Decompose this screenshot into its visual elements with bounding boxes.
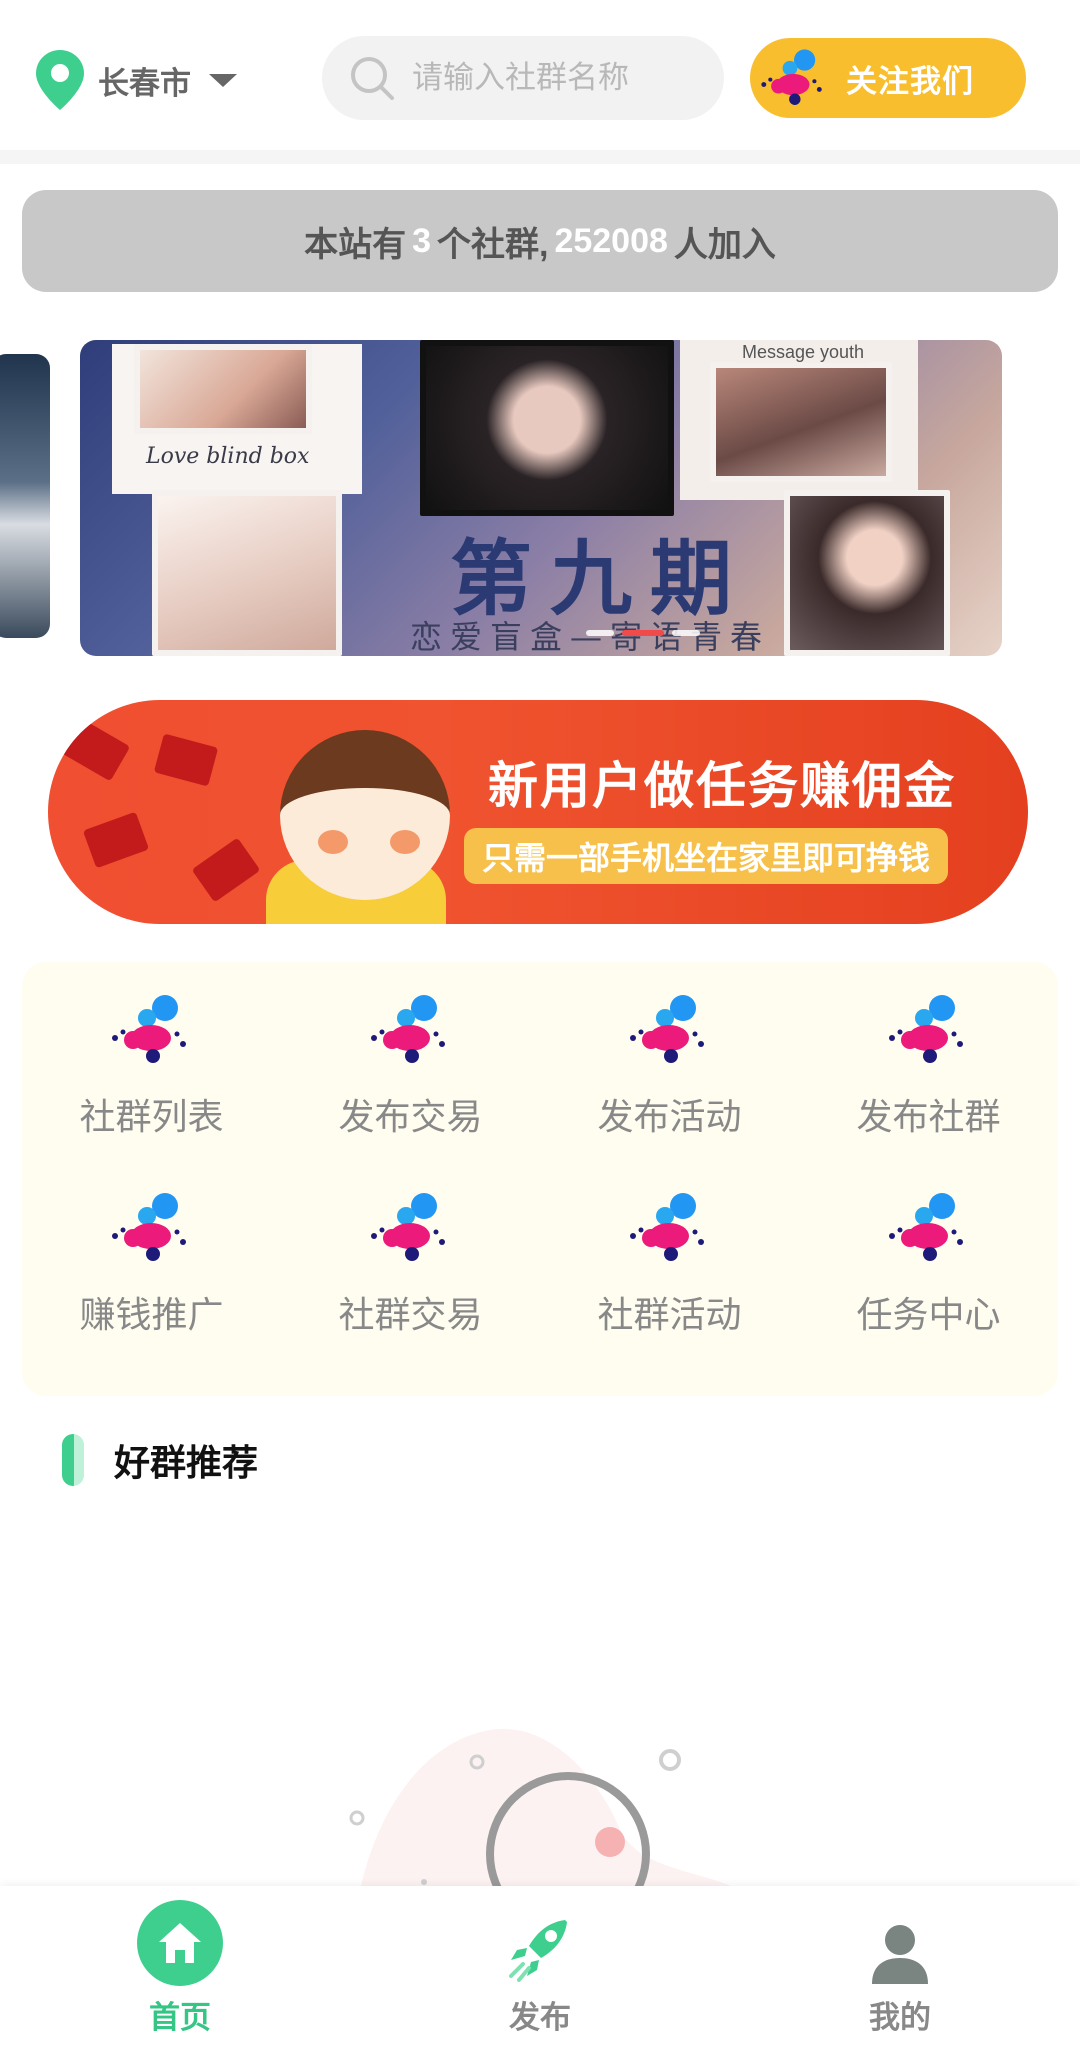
- section-title: 好群推荐: [114, 1442, 259, 1483]
- grid-item-publish-group[interactable]: 发布社群: [799, 990, 1058, 1188]
- grid-item-group-activity[interactable]: 社群活动: [540, 1188, 799, 1386]
- collage-photo: [134, 344, 312, 434]
- bubbles-logo-icon: [629, 995, 704, 1063]
- grid-item-group-trade[interactable]: 社群交易: [281, 1188, 540, 1386]
- header-divider: [0, 150, 1080, 164]
- location-selector[interactable]: 长春市: [34, 48, 237, 112]
- bubbles-logo-icon: [761, 49, 822, 105]
- follow-us-label: 关注我们: [846, 63, 974, 99]
- promo-subtitle: 只需一部手机坐在家里即可挣钱: [464, 828, 949, 884]
- carousel-current-slide[interactable]: Love blind box Message youth 第九期 恋爱盲盒—寄语…: [80, 340, 1002, 656]
- promo-title: 新用户做任务赚佣金: [488, 758, 956, 814]
- tab-home[interactable]: 首页: [0, 1886, 360, 2045]
- cartoon-cheek: [390, 830, 420, 854]
- grid-item-label: 社群活动: [597, 1294, 742, 1335]
- collage-photo: [420, 340, 674, 516]
- tab-publish[interactable]: 发布: [360, 1886, 720, 2045]
- carousel-dot-active[interactable]: [622, 630, 664, 636]
- grid-item-earn-promotion[interactable]: 赚钱推广: [22, 1188, 281, 1386]
- stats-suffix: 人加入: [673, 225, 776, 264]
- home-icon: [137, 1900, 223, 1986]
- cartoon-cheek: [318, 830, 348, 854]
- bubbles-logo-icon: [888, 1193, 963, 1261]
- collage-photo: [784, 490, 950, 656]
- stats-group-count: 3: [412, 221, 431, 260]
- caret-down-icon: [209, 73, 237, 87]
- tab-home-label: 首页: [149, 2000, 211, 2035]
- grid-item-label: 社群列表: [79, 1096, 224, 1137]
- bubbles-logo-icon: [370, 1193, 445, 1261]
- carousel-dot[interactable]: [672, 630, 700, 636]
- bubbles-logo-icon: [111, 995, 186, 1063]
- stats-prefix: 本站有: [304, 225, 407, 264]
- bottom-tab-bar: 首页 发布 我的: [0, 1886, 1080, 2045]
- rocket-icon: [509, 1920, 567, 1982]
- banner-message-text: Message youth: [736, 342, 871, 363]
- grid-item-label: 社群交易: [338, 1294, 483, 1335]
- site-stats-bar: 本站有 3 个社群, 252008 人加入: [22, 190, 1058, 292]
- tab-mine[interactable]: 我的: [720, 1886, 1080, 2045]
- bubbles-logo-icon: [629, 1193, 704, 1261]
- stats-middle: 个社群,: [437, 225, 549, 264]
- banner-carousel[interactable]: Love blind box Message youth 第九期 恋爱盲盒—寄语…: [0, 336, 1080, 656]
- top-header: 长春市 关注我们: [0, 0, 1080, 158]
- search-input[interactable]: [412, 60, 712, 96]
- search-icon: [351, 57, 394, 100]
- search-bar[interactable]: [322, 36, 724, 120]
- cartoon-girl-face: [280, 730, 450, 900]
- grid-item-label: 赚钱推广: [79, 1294, 224, 1335]
- feature-grid: 社群列表 发布交易 发布活动 发布社群 赚钱推广 社群交易 社群活动 任务中心: [22, 962, 1058, 1396]
- grid-item-label: 发布交易: [338, 1096, 483, 1137]
- recommended-groups-header: 好群推荐: [62, 1432, 258, 1488]
- grid-item-label: 任务中心: [856, 1294, 1001, 1335]
- carousel-dot[interactable]: [586, 630, 614, 636]
- banner-love-text: Love blind box: [146, 444, 310, 469]
- collage-photo: [152, 490, 342, 656]
- red-envelope-icon: [153, 733, 219, 787]
- grid-item-publish-activity[interactable]: 发布活动: [540, 990, 799, 1188]
- bubbles-logo-icon: [370, 995, 445, 1063]
- grid-item-group-list[interactable]: 社群列表: [22, 990, 281, 1188]
- carousel-previous-slide[interactable]: [0, 354, 50, 638]
- empty-state-illustration: [349, 1728, 740, 1890]
- tab-mine-label: 我的: [869, 2000, 931, 2035]
- grid-item-label: 发布社群: [856, 1096, 1001, 1137]
- red-envelope-icon: [82, 811, 150, 869]
- user-icon: [872, 1925, 928, 1984]
- collage-photo: [710, 362, 892, 482]
- section-accent-bar: [62, 1434, 84, 1486]
- carousel-indicator: [586, 630, 700, 636]
- grid-item-publish-trade[interactable]: 发布交易: [281, 990, 540, 1188]
- stats-member-count: 252008: [554, 221, 668, 260]
- bubbles-logo-icon: [888, 995, 963, 1063]
- city-label: 长春市: [98, 65, 191, 101]
- red-envelope-icon: [191, 837, 261, 903]
- tab-publish-label: 发布: [509, 2000, 571, 2035]
- bubbles-logo-icon: [111, 1193, 186, 1261]
- grid-item-label: 发布活动: [597, 1096, 742, 1137]
- red-envelope-icon: [61, 718, 131, 782]
- follow-us-button[interactable]: 关注我们: [750, 38, 1026, 118]
- location-pin-icon: [36, 50, 84, 110]
- grid-item-task-center[interactable]: 任务中心: [799, 1188, 1058, 1386]
- task-promo-banner[interactable]: 新用户做任务赚佣金 只需一部手机坐在家里即可挣钱: [48, 700, 1028, 924]
